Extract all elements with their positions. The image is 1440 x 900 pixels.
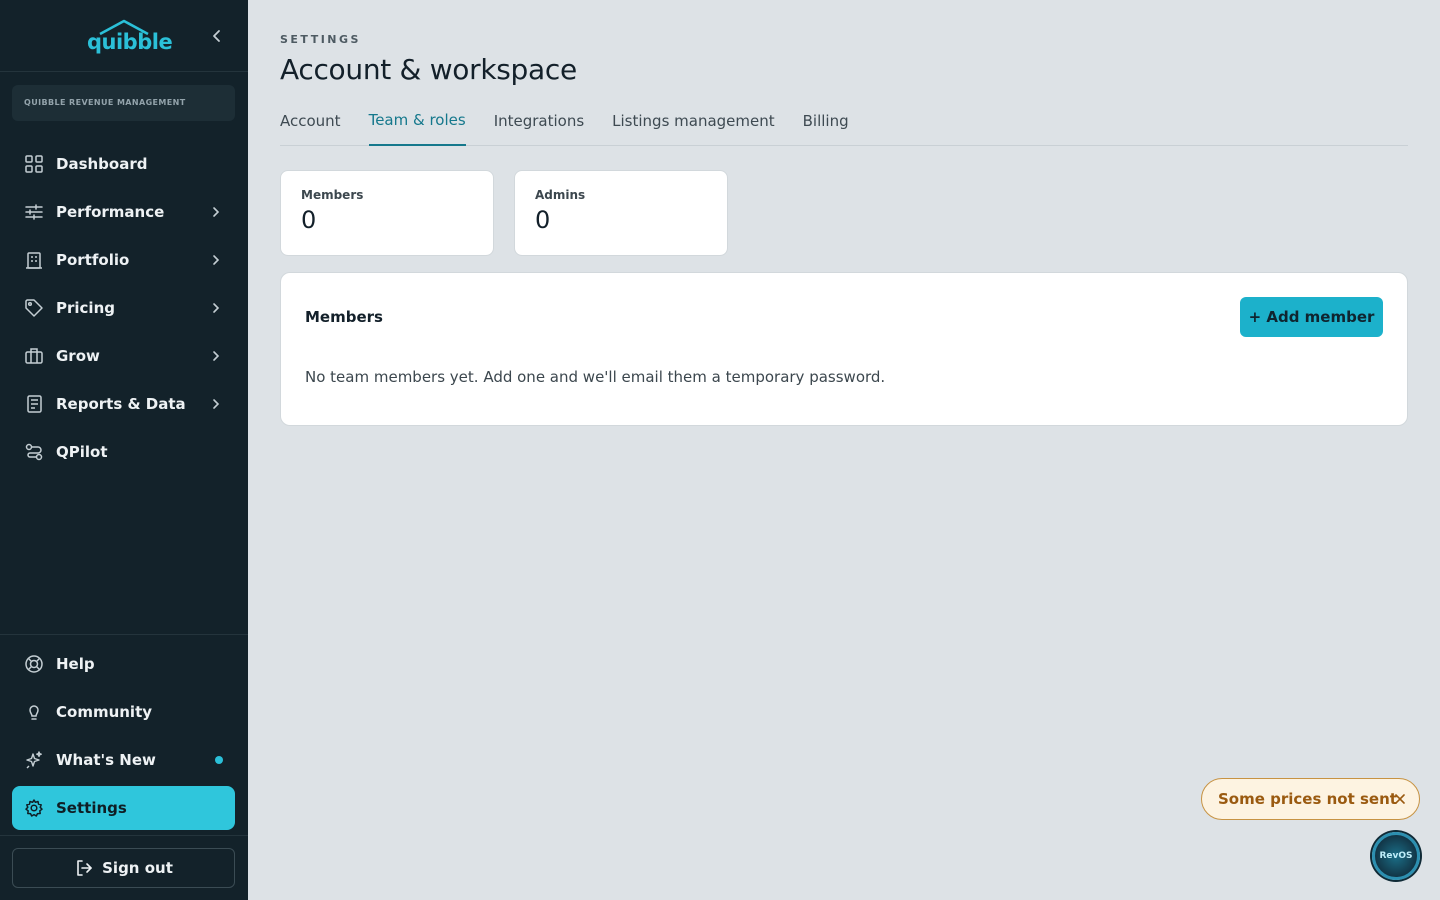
- nav-item-reports-data[interactable]: Reports & Data: [12, 382, 235, 426]
- section-eyebrow: SETTINGS: [280, 33, 361, 46]
- admins-stat-card: Admins 0: [514, 170, 728, 256]
- nav-label: QPilot: [56, 443, 108, 461]
- revos-assistant-button[interactable]: RevOS: [1372, 832, 1420, 880]
- nav-item-grow[interactable]: Grow: [12, 334, 235, 378]
- gear-icon: [24, 798, 44, 818]
- unread-indicator-dot: [215, 756, 223, 764]
- grid-icon: [24, 154, 44, 174]
- card-title: Members: [305, 308, 383, 326]
- brand-header: quibble: [0, 0, 248, 72]
- warning-toast[interactable]: Some prices not sent: [1201, 778, 1420, 820]
- nav-label: Performance: [56, 203, 165, 221]
- sliders-icon: [24, 202, 44, 222]
- tab-listings-management[interactable]: Listings management: [612, 106, 774, 146]
- chevron-left-icon: [213, 30, 220, 42]
- revos-label: RevOS: [1379, 851, 1413, 861]
- nav-item-help[interactable]: Help: [12, 642, 235, 686]
- route-icon: [24, 442, 44, 462]
- nav-item-community[interactable]: Community: [12, 690, 235, 734]
- nav-label: Community: [56, 703, 153, 721]
- nav-label: Help: [56, 655, 95, 673]
- chevron-right-icon: [213, 303, 220, 313]
- document-icon: [24, 394, 44, 414]
- nav-item-performance[interactable]: Performance: [12, 190, 235, 234]
- members-stat-card: Members 0: [280, 170, 494, 256]
- chevron-right-icon: [213, 351, 220, 361]
- sparkles-icon: [24, 750, 44, 770]
- building-icon: [24, 250, 44, 270]
- nav-label: Dashboard: [56, 155, 148, 173]
- briefcase-icon: [24, 346, 44, 366]
- tab-account[interactable]: Account: [280, 106, 341, 146]
- nav-item-whats-new[interactable]: What's New: [12, 738, 235, 782]
- divider: [0, 835, 248, 836]
- tab-team-roles[interactable]: Team & roles: [368, 106, 466, 146]
- chevron-right-icon: [213, 207, 220, 217]
- lifebuoy-icon: [24, 654, 44, 674]
- lightbulb-icon: [24, 702, 44, 722]
- nav-label: Settings: [56, 799, 127, 817]
- nav-item-qpilot[interactable]: QPilot: [12, 430, 235, 474]
- secondary-nav: Help Community What's New Settings: [12, 642, 235, 834]
- close-icon: [1395, 794, 1405, 804]
- nav-label: Reports & Data: [56, 395, 186, 413]
- logo-wordmark: quibble: [87, 30, 173, 54]
- tag-icon: [24, 298, 44, 318]
- stat-label: Members: [301, 188, 364, 202]
- divider: [0, 634, 248, 635]
- nav-label: Portfolio: [56, 251, 130, 269]
- toast-message: Some prices not sent: [1218, 790, 1397, 808]
- sidebar: quibble QUIBBLE REVENUE MANAGEMENT Dashb…: [0, 0, 248, 900]
- members-card: Members + Add member No team members yet…: [280, 272, 1408, 426]
- nav-label: Pricing: [56, 299, 115, 317]
- nav-label: Grow: [56, 347, 100, 365]
- stat-value: 0: [535, 206, 551, 234]
- close-toast-button[interactable]: [1391, 790, 1409, 808]
- settings-tabs: Account Team & roles Integrations Listin…: [280, 106, 1408, 146]
- sign-out-button[interactable]: Sign out: [12, 848, 235, 888]
- nav-label: What's New: [56, 751, 156, 769]
- tab-integrations[interactable]: Integrations: [494, 106, 584, 146]
- sign-out-label: Sign out: [102, 859, 173, 877]
- nav-item-portfolio[interactable]: Portfolio: [12, 238, 235, 282]
- quibble-logo[interactable]: quibble: [86, 18, 173, 54]
- stat-label: Admins: [535, 188, 586, 202]
- organization-selector[interactable]: QUIBBLE REVENUE MANAGEMENT: [12, 85, 235, 121]
- collapse-sidebar-button[interactable]: [209, 27, 225, 45]
- main-nav: Dashboard Performance Portfolio Pricing: [12, 142, 235, 478]
- empty-state-text: No team members yet. Add one and we'll e…: [305, 368, 886, 386]
- page-title: Account & workspace: [280, 53, 577, 86]
- logout-icon: [74, 858, 94, 878]
- tab-billing[interactable]: Billing: [803, 106, 849, 146]
- nav-item-dashboard[interactable]: Dashboard: [12, 142, 235, 186]
- chevron-right-icon: [213, 399, 220, 409]
- chevron-right-icon: [213, 255, 220, 265]
- add-member-button[interactable]: + Add member: [1240, 297, 1383, 337]
- nav-item-pricing[interactable]: Pricing: [12, 286, 235, 330]
- nav-item-settings[interactable]: Settings: [12, 786, 235, 830]
- stat-value: 0: [301, 206, 317, 234]
